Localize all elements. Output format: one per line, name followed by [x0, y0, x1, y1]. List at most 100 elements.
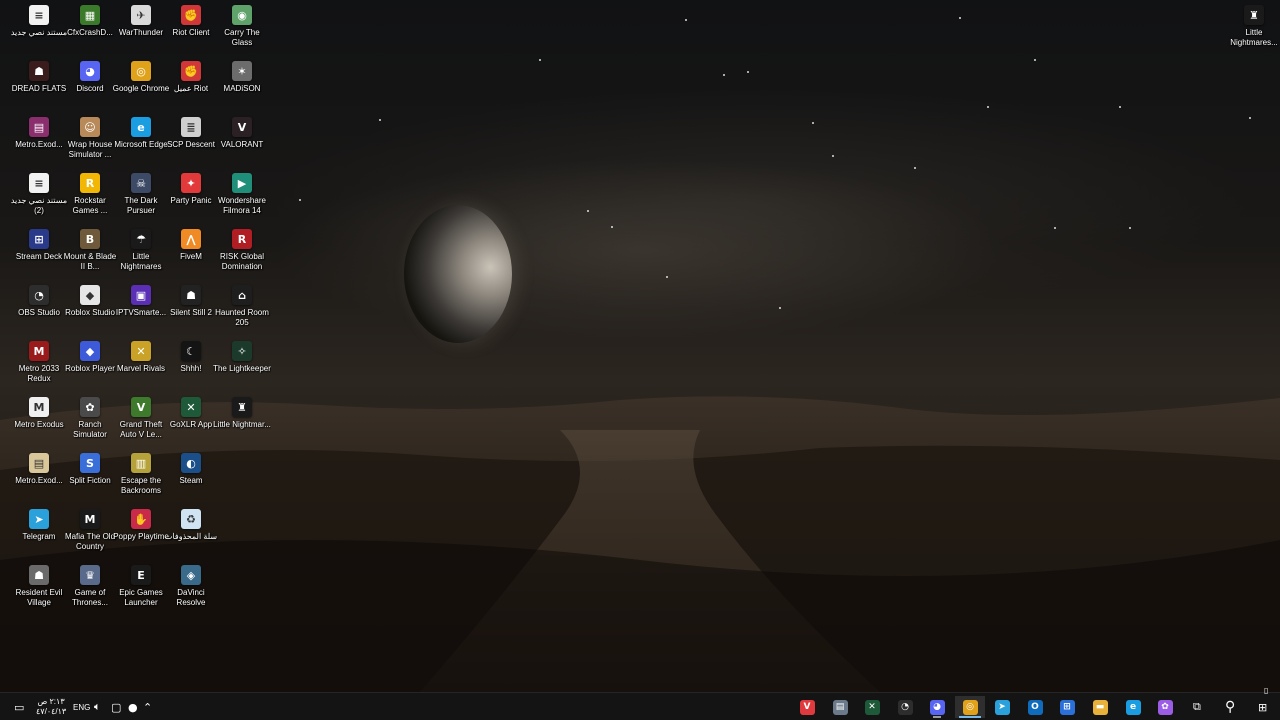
desktop-icon-telegram[interactable]: ➤ Telegram [14, 509, 64, 563]
desktop-icon-edge[interactable]: e Microsoft Edge [114, 117, 168, 171]
file-explorer-taskbar-2[interactable]: ▤ [825, 696, 855, 718]
desktop-icon-discord[interactable]: ◕ Discord [65, 61, 115, 115]
desktop-icon-dread-flats[interactable]: ☗ DREAD FLATS [12, 61, 66, 115]
desktop-icon-obs[interactable]: ◔ OBS Studio [14, 285, 64, 339]
desktop-icon-valorant[interactable]: V VALORANT [217, 117, 267, 171]
desktop-icon-game-of-thrones[interactable]: ♛ Game of Thrones... [65, 565, 115, 619]
edge-taskbar[interactable]: e [1118, 696, 1148, 718]
network-button[interactable]: ▢ [111, 693, 121, 720]
taskbar: ▭ ٢:١٣ ص ٤٧/٠٤/١٣ ENG 🔈︎ ▢ ● ⌃ V ▤ ✕ ◔ ◕ ◎ ➤ O ⊞… [0, 686, 1280, 720]
obs-taskbar[interactable]: ◔ [890, 696, 920, 718]
desktop-icon-label: DREAD FLATS [11, 84, 67, 93]
desktop-icon-metro-exodus[interactable]: M Metro Exodus [14, 397, 64, 451]
riot-client-ar-icon: ✊ [181, 61, 201, 81]
desktop-icon-davinci[interactable]: ◈ DaVinci Resolve [166, 565, 216, 619]
desktop-icon-fivem[interactable]: ⋀ FiveM [166, 229, 216, 283]
desktop-icon-gta-v[interactable]: V Grand Theft Auto V Le... [116, 397, 166, 451]
start-button[interactable]: ⊞ [1258, 693, 1267, 720]
desktop-icon-little-nightmares[interactable]: ☂ Little Nightmares [116, 229, 166, 283]
desktop-icon-rockstar[interactable]: R Rockstar Games ... [65, 173, 115, 227]
desktop-icon-epic-games[interactable]: E Epic Games Launcher [116, 565, 166, 619]
desktop-icon-scp-descent[interactable]: ≣ SCP Descent [166, 117, 216, 171]
desktop-icon-little-nightmares-3[interactable]: ♜ Little Nightmares... [1229, 5, 1279, 59]
language-indicator[interactable]: ENG [73, 693, 90, 720]
store-icon: ⊞ [1059, 699, 1075, 715]
desktop-icon-escape-backrooms[interactable]: ▥ Escape the Backrooms [116, 453, 166, 507]
desktop-icon-mafia[interactable]: M Mafia The Old Country [65, 509, 115, 563]
recycle-bin-icon: ♻ [181, 509, 201, 529]
vivaldi-taskbar[interactable]: V [792, 696, 822, 718]
desktop-icon-shhh[interactable]: ☾ Shhh! [166, 341, 216, 395]
copilot-taskbar[interactable]: ✿ [1150, 696, 1180, 718]
desktop-icon-wrap-house[interactable]: ☺ Wrap House Simulator ... [65, 117, 115, 171]
clock[interactable]: ٢:١٣ ص ٤٧/٠٤/١٣ [36, 693, 66, 720]
desktop-icon-text-document[interactable]: ≡ مستند نصي جديد [11, 5, 67, 59]
goxlr-taskbar[interactable]: ✕ [857, 696, 887, 718]
desktop-icon-silent-still[interactable]: ☗ Silent Still 2 [166, 285, 216, 339]
desktop-icon-risk[interactable]: R RISK Global Domination [217, 229, 267, 283]
microphone-button[interactable]: ● [128, 693, 138, 720]
desktop-icon-marvel-rivals[interactable]: ✕ Marvel Rivals [116, 341, 166, 395]
search-button[interactable]: ⚲ [1225, 693, 1235, 720]
show-hidden-icons-button[interactable]: ⌃ [143, 693, 152, 720]
microphone-icon: ● [128, 700, 138, 714]
desktop-icon-poppy-playtime[interactable]: ✋ Poppy Playtime [113, 509, 169, 563]
desktop-icon-label: Wondershare Filmora 14 [218, 196, 266, 215]
desktop-icon-archive[interactable]: ▤ Metro.Exod... [14, 117, 64, 171]
chrome-icon: ◎ [962, 699, 978, 715]
chrome-taskbar[interactable]: ◎ [955, 696, 985, 718]
file-explorer-taskbar[interactable]: ▬ [1085, 696, 1115, 718]
outlook-taskbar[interactable]: O [1020, 696, 1050, 718]
desktop-icon-goxlr[interactable]: ✕ GoXLR App [166, 397, 216, 451]
notification-center-button[interactable]: ▭ [14, 693, 24, 720]
telegram-taskbar[interactable]: ➤ [987, 696, 1017, 718]
desktop-icon-riot-client[interactable]: ✊ Riot Client [166, 5, 216, 59]
task-view-button[interactable]: ⧉ [1193, 693, 1201, 720]
dark-pursuer-icon: ☠ [131, 173, 151, 193]
valorant-icon: V [232, 117, 252, 137]
desktop-icon-label: Metro.Exod... [15, 140, 63, 149]
desktop-icon-label: Roblox Player [65, 364, 115, 373]
desktop-icon-label: Game of Thrones... [71, 588, 108, 607]
discord-taskbar[interactable]: ◕ [922, 696, 952, 718]
desktop-icon-label: Party Panic [170, 196, 212, 205]
party-panic-icon: ✦ [181, 173, 201, 193]
desktop-icon-ranch-simulator[interactable]: ✿ Ranch Simulator [65, 397, 115, 451]
desktop-icon-filmora[interactable]: ▶ Wondershare Filmora 14 [217, 173, 267, 227]
desktop-icon-text-document[interactable]: ≡ مستند نصي جديد (2) [11, 173, 67, 227]
desktop-icon-resident-evil[interactable]: ☗ Resident Evil Village [14, 565, 64, 619]
desktop-icon-party-panic[interactable]: ✦ Party Panic [166, 173, 216, 227]
desktop-icon-split-fiction[interactable]: S Split Fiction [65, 453, 115, 507]
desktop-icon-carry-the-glass[interactable]: ◉ Carry The Glass [217, 5, 267, 59]
desktop-icon-roblox-studio[interactable]: ◆ Roblox Studio [65, 285, 115, 339]
desktop-icon-steam[interactable]: ◐ Steam [166, 453, 216, 507]
desktop-icon-label: Steam [179, 476, 203, 485]
desktop-icon-madison[interactable]: ✶ MADiSON [217, 61, 267, 115]
desktop-icon-little-nightmares-2[interactable]: ♜ Little Nightmar... [213, 397, 271, 451]
desktop-icon-dark-pursuer[interactable]: ☠ The Dark Pursuer [116, 173, 166, 227]
telegram-icon: ➤ [29, 509, 49, 529]
cfx-icon: ▦ [80, 5, 100, 25]
speaker-icon: 🔈︎ [94, 700, 101, 713]
desktop-icon-bannerlord[interactable]: B Mount & Blade II B... [64, 229, 116, 283]
desktop-icon-label: DaVinci Resolve [176, 588, 206, 607]
desktop-icon-archive-2[interactable]: ▤ Metro.Exod... [14, 453, 64, 507]
desktop-icon-chrome[interactable]: ◎ Google Chrome [113, 61, 169, 115]
desktop-icon-stream-deck[interactable]: ⊞ Stream Deck [14, 229, 64, 283]
desktop-icon-cfx[interactable]: ▦ CfxCrashD... [65, 5, 115, 59]
volume-button[interactable]: 🔈︎ [94, 693, 101, 720]
desktop-icon-roblox-player[interactable]: ◆ Roblox Player [65, 341, 115, 395]
desktop-icon-warthunder[interactable]: ✈ WarThunder [116, 5, 166, 59]
desktop-icon-label: MADiSON [223, 84, 261, 93]
desktop-icon-riot-client-ar[interactable]: ✊ عميل Riot [166, 61, 216, 115]
store-taskbar[interactable]: ⊞ [1052, 696, 1082, 718]
desktop-icon-haunted-room[interactable]: ⌂ Haunted Room 205 [215, 285, 269, 339]
desktop-icon-iptv[interactable]: ▣ IPTVSmarte... [116, 285, 166, 339]
desktop-icon-label: RISK Global Domination [219, 252, 265, 271]
desktop-icon-recycle-bin[interactable]: ♻ سلة المحذوفات [165, 509, 217, 563]
split-fiction-icon: S [80, 453, 100, 473]
desktop-icon-lightkeeper[interactable]: ✧ The Lightkeeper [213, 341, 271, 395]
notification-icon: ▭ [14, 700, 25, 714]
desktop-icon-metro-2033[interactable]: M Metro 2033 Redux [14, 341, 64, 395]
edge-icon: e [1125, 699, 1141, 715]
